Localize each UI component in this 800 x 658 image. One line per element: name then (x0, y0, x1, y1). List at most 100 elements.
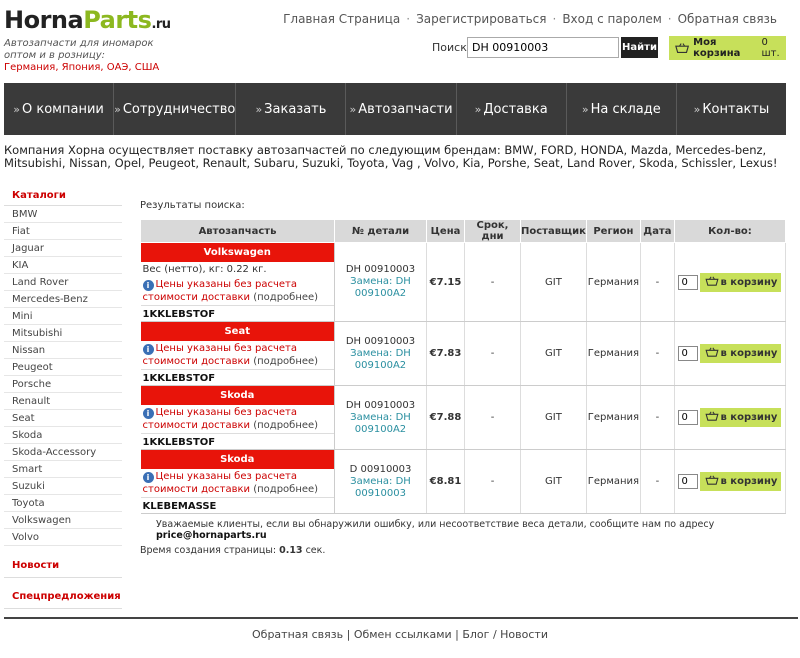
separator: · (552, 12, 557, 26)
sidebar-item-nissan[interactable]: Nissan (4, 342, 122, 359)
more-link[interactable]: (подробнее) (253, 484, 318, 495)
quantity-input[interactable] (678, 274, 699, 290)
sidebar-item-land-rover[interactable]: Land Rover (4, 274, 122, 291)
days-cell: - (464, 242, 521, 322)
col-qty: Кол-во: (673, 219, 787, 243)
sidebar-item-kia[interactable]: KIA (4, 257, 122, 274)
sidebar-item-fiat[interactable]: Fiat (4, 223, 122, 240)
nav-item-cooperation[interactable]: » Сотрудничество (114, 83, 237, 135)
brand-label: Skoda (140, 386, 334, 405)
nav-item-parts[interactable]: » Автозапчасти (346, 83, 457, 135)
col-part: Автозапчасть (140, 219, 335, 243)
price-note: i Цены указаны без расчета стоимости дост… (141, 469, 335, 497)
sidebar-item-bmw[interactable]: BMW (4, 206, 122, 223)
price-cell: €7.83 (426, 321, 465, 386)
replacement-link[interactable]: Замена: DH 009100A2 (335, 348, 426, 372)
part-cell: Volkswagen Вес (нетто), кг: 0.22 кг. i Це… (140, 242, 335, 322)
sidebar-item-smart[interactable]: Smart (4, 461, 122, 478)
intro-text: Компания Хорна осуществляет поставку авт… (4, 143, 778, 170)
notice-email[interactable]: price@hornaparts.ru (156, 530, 267, 541)
more-link[interactable]: (подробнее) (253, 420, 318, 431)
quantity-input[interactable] (678, 346, 699, 361)
sidebar-catalogs-title[interactable]: Каталоги (4, 186, 122, 206)
sidebar-item-mitsubishi[interactable]: Mitsubishi (4, 325, 122, 342)
more-link[interactable]: (подробнее) (253, 356, 318, 367)
results-table: Автозапчасть № детали Цена Срок, дни Пос… (140, 219, 787, 514)
footer-link-feedback[interactable]: Обратная связь (252, 628, 343, 641)
supplier-cell: GIT (520, 385, 587, 450)
link-feedback[interactable]: Обратная связь (678, 12, 777, 26)
nav-arrow-icon: » (349, 102, 357, 116)
days-cell: - (464, 385, 521, 450)
nav-label: О компании (22, 101, 104, 117)
quantity-input[interactable] (678, 410, 699, 425)
col-days: Срок, дни (464, 219, 521, 243)
nav-arrow-icon: » (693, 102, 701, 116)
nav-item-stock[interactable]: » На складе (567, 83, 677, 135)
add-to-cart-button[interactable]: в корзину (700, 408, 782, 427)
table-row: Skoda i Цены указаны без расчета стоимост… (140, 449, 787, 514)
footer-link-news[interactable]: Новости (500, 628, 548, 641)
more-link[interactable]: (подробнее) (253, 292, 318, 303)
col-date: Дата (639, 219, 675, 243)
add-to-cart-button[interactable]: в корзину (700, 472, 782, 491)
part-number: DH 00910003 (345, 399, 416, 411)
sidebar-item-volvo[interactable]: Volvo (4, 529, 122, 546)
price-note: i Цены указаны без расчета стоимости дост… (141, 341, 335, 369)
number-cell: DH 00910003 Замена: DH 009100A2 (334, 242, 427, 322)
sidebar-item-mini[interactable]: Mini (4, 308, 122, 325)
basket-icon (704, 475, 719, 485)
sidebar-item-volkswagen[interactable]: Volkswagen (4, 512, 122, 529)
price-note: i Цены указаны без расчета стоимости дост… (141, 277, 335, 305)
add-to-cart-button[interactable]: в корзину (700, 344, 782, 363)
brand-label: Seat (140, 322, 334, 341)
sidebar-item-jaguar[interactable]: Jaguar (4, 240, 122, 257)
part-cell: Skoda i Цены указаны без расчета стоимост… (140, 385, 335, 450)
sidebar-item-skoda-accessory[interactable]: Skoda-Accessory (4, 444, 122, 461)
sidebar-item-renault[interactable]: Renault (4, 393, 122, 410)
part-code: 1KKLEBSTOF (140, 369, 334, 385)
nav-item-delivery[interactable]: » Доставка (457, 83, 567, 135)
sidebar-item-skoda[interactable]: Skoda (4, 427, 122, 444)
info-icon: i (142, 408, 154, 419)
sidebar-item-toyota[interactable]: Toyota (4, 495, 122, 512)
sidebar-item-porsche[interactable]: Porsche (4, 376, 122, 393)
sidebar-item-peugeot[interactable]: Peugeot (4, 359, 122, 376)
replacement-link[interactable]: Замена: DH 009100A2 (335, 412, 426, 436)
cart-button[interactable]: Моя корзина 0 шт. (669, 36, 786, 60)
region-cell: Германия (586, 449, 641, 514)
sidebar-item-seat[interactable]: Seat (4, 410, 122, 427)
sidebar-item-mercedes[interactable]: Mercedes-Benz (4, 291, 122, 308)
price-cell: €8.81 (426, 449, 465, 514)
nav-item-order[interactable]: » Заказать (236, 83, 347, 135)
nav-item-contacts[interactable]: » Контакты (677, 83, 786, 135)
nav-label: Доставка (483, 101, 548, 117)
search-input[interactable] (467, 37, 619, 58)
info-icon: i (142, 280, 154, 291)
sidebar-offers[interactable]: Спецпредложения (4, 587, 122, 609)
table-row: Volkswagen Вес (нетто), кг: 0.22 кг. i Це… (140, 242, 787, 322)
footer-link-blog[interactable]: Блог (462, 628, 489, 641)
logo-part-horna: Horna (4, 6, 84, 34)
nav-item-about[interactable]: » О компании (4, 83, 115, 135)
link-login[interactable]: Вход с паролем (562, 12, 661, 26)
buy-label: в корзину (720, 412, 778, 423)
search-button[interactable]: Найти (621, 37, 658, 58)
site-logo[interactable]: HornaParts.ru (4, 6, 171, 34)
replacement-link[interactable]: Замена: DH 00910003 (335, 476, 426, 500)
add-to-cart-button[interactable]: в корзину (700, 272, 782, 292)
nav-label: Автозапчасти (358, 101, 453, 117)
quantity-input[interactable] (678, 474, 699, 489)
price-cell: €7.15 (426, 242, 465, 322)
sidebar-item-suzuki[interactable]: Suzuki (4, 478, 122, 495)
replacement-link[interactable]: Замена: DH 009100A2 (335, 276, 426, 300)
main-nav: » О компании » Сотрудничество » Заказать » А… (4, 83, 786, 135)
date-cell: - (640, 385, 675, 450)
sidebar-news[interactable]: Новости (4, 556, 122, 578)
link-home[interactable]: Главная Страница (283, 12, 400, 26)
footer-link-exchange[interactable]: Обмен ссылками (354, 628, 452, 641)
price-cell: €7.88 (426, 385, 465, 450)
col-price: Цена (426, 219, 465, 243)
region-cell: Германия (586, 242, 641, 322)
link-register[interactable]: Зарегистрироваться (416, 12, 546, 26)
